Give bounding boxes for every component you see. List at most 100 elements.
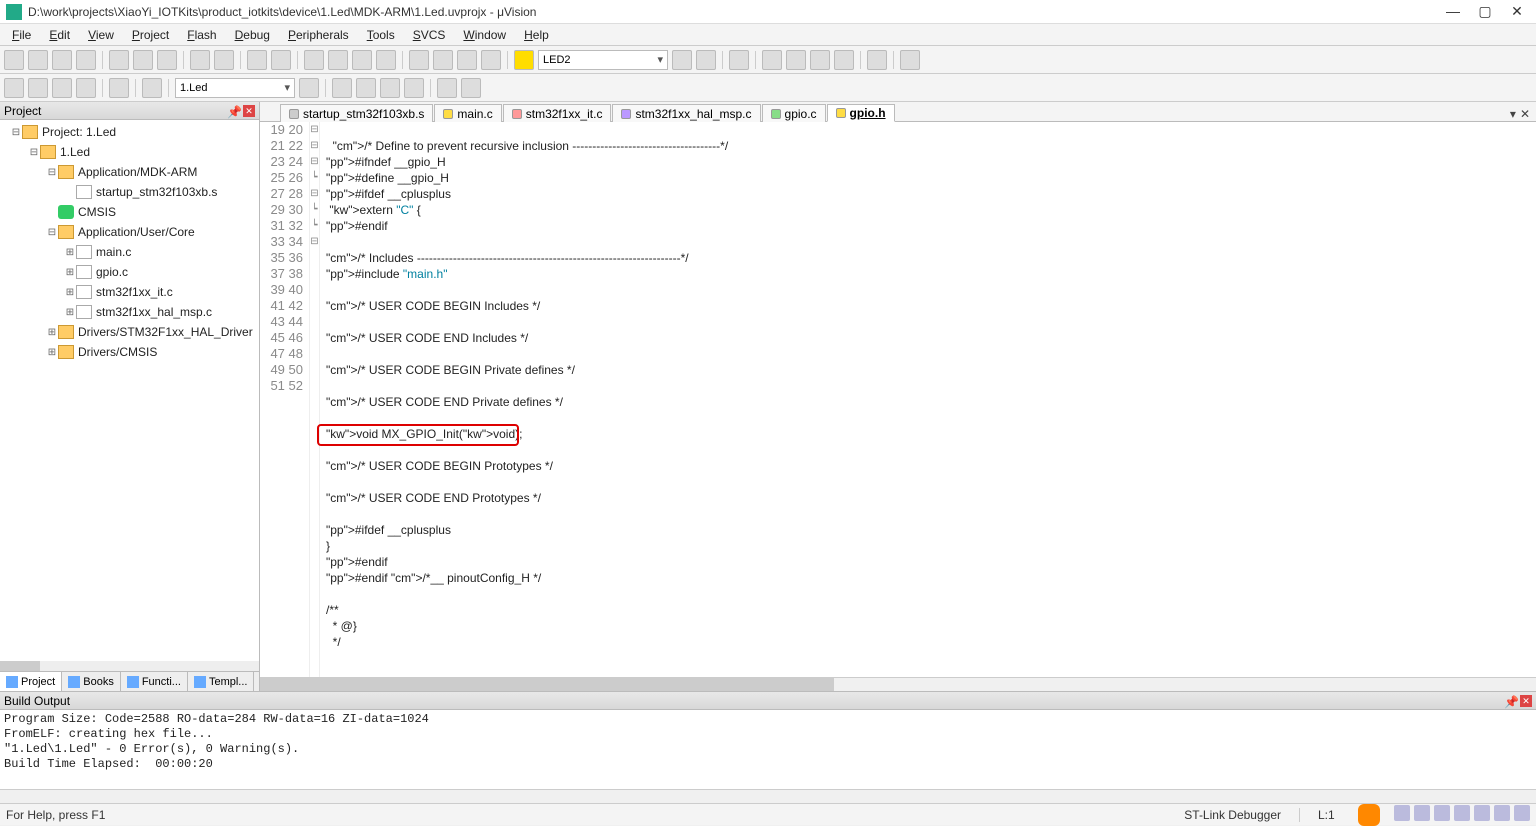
build-output-text[interactable]: Program Size: Code=2588 RO-data=284 RW-d… <box>0 710 1536 789</box>
menu-project[interactable]: Project <box>124 26 177 44</box>
project-panel: Project 📌 ✕ ⊟ Project: 1.Led ⊟ 1.Led ⊟ A… <box>0 102 260 691</box>
books-icon[interactable] <box>437 78 457 98</box>
components-icon[interactable] <box>461 78 481 98</box>
tree-item[interactable]: ⊟ Project: 1.Led <box>2 122 257 142</box>
panel-tab-project[interactable]: Project <box>0 672 62 691</box>
close-button[interactable]: ✕ <box>1510 5 1524 19</box>
menu-peripherals[interactable]: Peripherals <box>280 26 357 44</box>
tab-close-icon[interactable]: ✕ <box>1520 107 1530 121</box>
code-content[interactable]: "cm">/* Define to prevent recursive incl… <box>320 122 1536 677</box>
project-target-combo[interactable]: 1.Led <box>175 78 295 98</box>
uncomment-icon[interactable] <box>481 50 501 70</box>
target-options-icon[interactable] <box>299 78 319 98</box>
editor-h-scroll[interactable] <box>260 677 1536 691</box>
open-file-icon[interactable] <box>28 50 48 70</box>
new-file-icon[interactable] <box>4 50 24 70</box>
kill-breakpoint-icon[interactable] <box>810 50 830 70</box>
file-tab[interactable]: stm32f1xx_it.c <box>503 104 612 122</box>
incremental-find-icon[interactable] <box>696 50 716 70</box>
tree-item[interactable]: ⊞ stm32f1xx_it.c <box>2 282 257 302</box>
status-line: L:1 <box>1318 808 1348 822</box>
pin-icon[interactable]: 📌 <box>227 105 239 117</box>
panel-tab-templ[interactable]: Templ... <box>188 672 255 691</box>
window-layout-icon[interactable] <box>867 50 887 70</box>
cut-icon[interactable] <box>109 50 129 70</box>
menu-view[interactable]: View <box>80 26 122 44</box>
target-combo[interactable]: LED2 <box>538 50 668 70</box>
indent-icon[interactable] <box>409 50 429 70</box>
menu-help[interactable]: Help <box>516 26 557 44</box>
tree-h-scroll[interactable] <box>0 661 259 671</box>
project-tree[interactable]: ⊟ Project: 1.Led ⊟ 1.Led ⊟ Application/M… <box>0 120 259 661</box>
configure-icon[interactable] <box>900 50 920 70</box>
minimize-button[interactable]: — <box>1446 5 1460 19</box>
debug-start-icon[interactable] <box>729 50 749 70</box>
bookmark-next-icon[interactable] <box>352 50 372 70</box>
menu-flash[interactable]: Flash <box>179 26 224 44</box>
manage-project-icon[interactable] <box>332 78 352 98</box>
pack-installer-icon[interactable] <box>404 78 424 98</box>
menu-svcs[interactable]: SVCS <box>405 26 454 44</box>
build-output-header: Build Output 📌 ✕ <box>0 692 1536 710</box>
bookmark-prev-icon[interactable] <box>328 50 348 70</box>
save-icon[interactable] <box>52 50 72 70</box>
rebuild-icon[interactable] <box>52 78 72 98</box>
paste-icon[interactable] <box>157 50 177 70</box>
stop-build-icon[interactable] <box>109 78 129 98</box>
batch-build-icon[interactable] <box>76 78 96 98</box>
menu-file[interactable]: File <box>4 26 39 44</box>
tree-item[interactable]: ⊞ gpio.c <box>2 262 257 282</box>
breakpoint-mgr-icon[interactable] <box>834 50 854 70</box>
code-editor[interactable]: 19 20 21 22 23 24 25 26 27 28 29 30 31 3… <box>260 122 1536 677</box>
tree-item[interactable]: CMSIS <box>2 202 257 222</box>
tree-item[interactable]: ⊟ 1.Led <box>2 142 257 162</box>
nav-forward-icon[interactable] <box>271 50 291 70</box>
panel-close-icon[interactable]: ✕ <box>1520 695 1532 707</box>
file-tab[interactable]: stm32f1xx_hal_msp.c <box>612 104 760 122</box>
nav-back-icon[interactable] <box>247 50 267 70</box>
disable-breakpoint-icon[interactable] <box>786 50 806 70</box>
select-packs-icon[interactable] <box>380 78 400 98</box>
tab-dropdown-icon[interactable]: ▾ <box>1510 107 1516 121</box>
menu-tools[interactable]: Tools <box>359 26 403 44</box>
manage-rte-icon[interactable] <box>356 78 376 98</box>
bookmark-clear-icon[interactable] <box>376 50 396 70</box>
file-tab[interactable]: gpio.h <box>827 104 895 122</box>
outdent-icon[interactable] <box>433 50 453 70</box>
translate-icon[interactable] <box>4 78 24 98</box>
maximize-button[interactable]: ▢ <box>1478 5 1492 19</box>
panel-close-icon[interactable]: ✕ <box>243 105 255 117</box>
tree-item[interactable]: ⊞ Drivers/CMSIS <box>2 342 257 362</box>
file-tab[interactable]: startup_stm32f103xb.s <box>280 104 433 122</box>
bookmark-icon[interactable] <box>304 50 324 70</box>
panel-tab-books[interactable]: Books <box>62 672 121 691</box>
tree-item[interactable]: ⊟ Application/MDK-ARM <box>2 162 257 182</box>
save-all-icon[interactable] <box>76 50 96 70</box>
highlight-annotation <box>317 424 519 446</box>
menu-debug[interactable]: Debug <box>227 26 278 44</box>
tree-item[interactable]: ⊞ stm32f1xx_hal_msp.c <box>2 302 257 322</box>
pin-icon[interactable]: 📌 <box>1504 695 1516 707</box>
fold-column[interactable]: ⊟ ⊟ ⊟ ┕ ⊟ ┕ ┕ ⊟ <box>310 122 320 677</box>
build-h-scroll[interactable] <box>0 789 1536 803</box>
menu-edit[interactable]: Edit <box>41 26 78 44</box>
tree-item[interactable]: ⊞ main.c <box>2 242 257 262</box>
comment-icon[interactable] <box>457 50 477 70</box>
toolbar-build: 1.Led <box>0 74 1536 102</box>
build-icon[interactable] <box>28 78 48 98</box>
copy-icon[interactable] <box>133 50 153 70</box>
tree-item[interactable]: startup_stm32f103xb.s <box>2 182 257 202</box>
tree-item[interactable]: ⊟ Application/User/Core <box>2 222 257 242</box>
window-title: D:\work\projects\XiaoYi_IOTKits\product_… <box>28 5 1446 19</box>
file-tab[interactable]: gpio.c <box>762 104 826 122</box>
panel-tab-functi[interactable]: Functi... <box>121 672 188 691</box>
find-icon[interactable] <box>514 50 534 70</box>
find-in-files-icon[interactable] <box>672 50 692 70</box>
menu-window[interactable]: Window <box>455 26 514 44</box>
file-tab[interactable]: main.c <box>434 104 501 122</box>
tree-item[interactable]: ⊞ Drivers/STM32F1xx_HAL_Driver <box>2 322 257 342</box>
breakpoint-icon[interactable] <box>762 50 782 70</box>
redo-icon[interactable] <box>214 50 234 70</box>
undo-icon[interactable] <box>190 50 210 70</box>
download-icon[interactable] <box>142 78 162 98</box>
